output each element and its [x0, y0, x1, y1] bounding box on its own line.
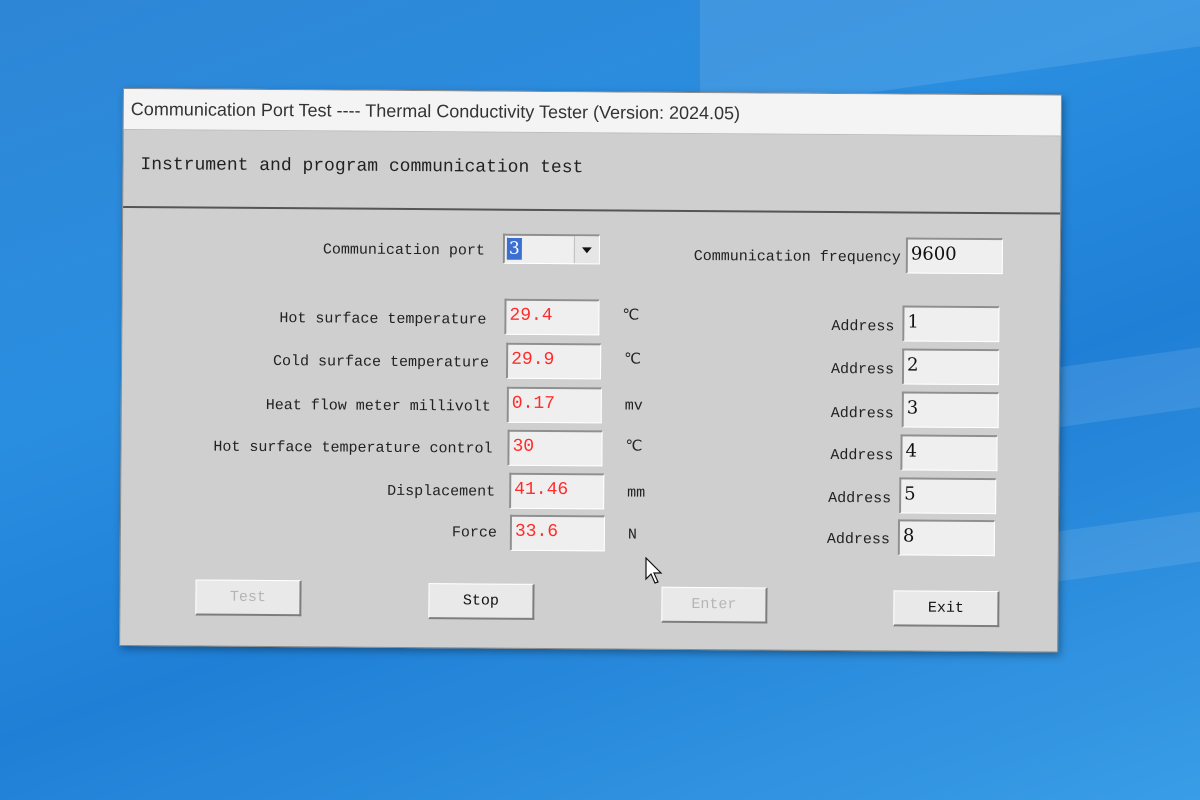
chevron-down-icon[interactable] — [573, 236, 599, 264]
enter-button[interactable]: Enter — [661, 586, 768, 624]
address-label: Address — [830, 446, 894, 465]
address-field-2[interactable]: 2 — [901, 348, 1000, 386]
window-titlebar[interactable]: Communication Port Test ---- Thermal Con… — [123, 89, 1061, 137]
comm-test-window: Communication Port Test ---- Thermal Con… — [119, 88, 1062, 653]
window-title: Communication Port Test ---- Thermal Con… — [130, 98, 741, 123]
hot-surface-temp-unit: ℃ — [622, 307, 640, 325]
hot-surface-temp-control-unit: ℃ — [625, 438, 643, 456]
header-band: Instrument and program communication tes… — [123, 130, 1061, 215]
heat-flow-millivolt-label: Heat flow meter millivolt — [265, 397, 491, 416]
port-label: Communication port — [322, 241, 485, 260]
cold-surface-temp-label: Cold surface temperature — [272, 353, 490, 372]
address-label: Address — [826, 530, 890, 549]
hot-surface-temp-control-label: Hot surface temperature control — [213, 438, 493, 458]
hot-surface-temp-label: Hot surface temperature — [279, 310, 487, 329]
address-label: Address — [830, 360, 895, 379]
force-value[interactable]: 33.6 — [509, 514, 606, 552]
heat-flow-millivolt-unit: mv — [624, 397, 643, 415]
mouse-cursor-icon — [645, 557, 663, 584]
force-unit: N — [627, 526, 637, 544]
test-button[interactable]: Test — [195, 579, 302, 617]
cold-surface-temp-unit: ℃ — [624, 351, 642, 369]
address-field-8[interactable]: 8 — [897, 519, 996, 557]
cold-surface-temp-value[interactable]: 29.9 — [505, 342, 602, 380]
header-text: Instrument and program communication tes… — [140, 155, 584, 179]
displacement-value[interactable]: 41.46 — [509, 472, 605, 510]
address-field-1[interactable]: 1 — [902, 305, 1000, 343]
address-label: Address — [830, 404, 894, 423]
port-selected-value: 3 — [506, 237, 522, 260]
force-label: Force — [451, 524, 497, 542]
exit-button[interactable]: Exit — [893, 590, 1000, 628]
hot-surface-temp-value[interactable]: 29.4 — [504, 298, 600, 336]
stop-button[interactable]: Stop — [428, 583, 535, 620]
address-field-5[interactable]: 5 — [899, 477, 997, 515]
displacement-label: Displacement — [387, 482, 496, 501]
hot-surface-temp-control-value[interactable]: 30 — [507, 429, 603, 467]
address-label: Address — [831, 317, 895, 336]
address-field-3[interactable]: 3 — [901, 391, 999, 429]
desktop-light-streak — [1040, 505, 1200, 585]
frequency-field[interactable]: 9600 — [905, 237, 1003, 275]
heat-flow-millivolt-value[interactable]: 0.17 — [506, 386, 602, 424]
frequency-label: Communication frequency — [693, 247, 901, 267]
address-label: Address — [828, 489, 892, 508]
port-select[interactable]: 3 — [502, 233, 600, 265]
address-field-4[interactable]: 4 — [900, 434, 998, 472]
displacement-unit: mm — [627, 484, 646, 502]
